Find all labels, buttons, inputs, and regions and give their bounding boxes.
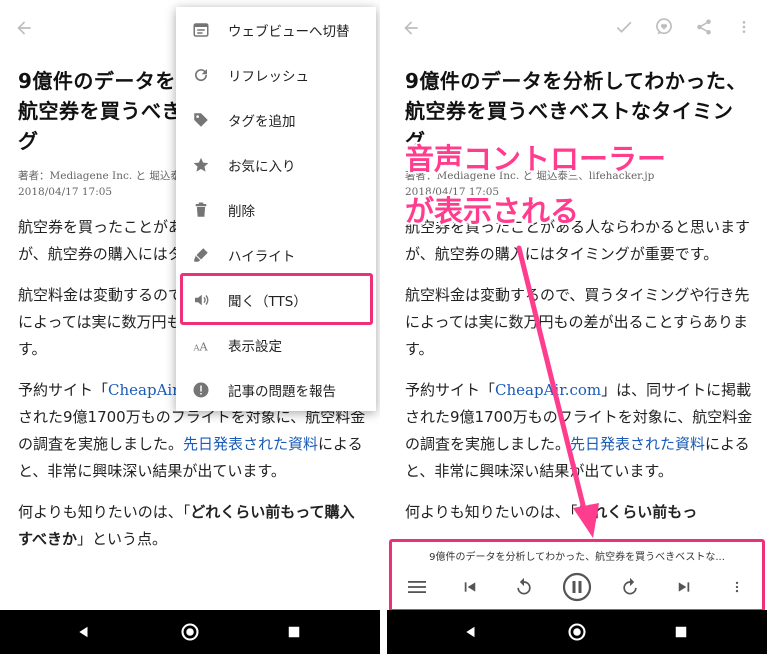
highlighter-icon	[190, 244, 212, 266]
svg-text:A: A	[199, 340, 209, 353]
android-nav-bar	[387, 610, 767, 654]
nav-recents-icon[interactable]	[671, 622, 691, 642]
menu-item-webview[interactable]: ウェブビューへ切替	[176, 7, 376, 52]
right-screen: 9億件のデータを分析してわかった、航空券を買うべきベストなタイミング 著者：Me…	[387, 0, 767, 654]
nav-home-icon[interactable]	[180, 622, 200, 642]
refresh-icon	[190, 64, 212, 86]
nav-home-icon[interactable]	[567, 622, 587, 642]
menu-item-label: リフレッシュ	[228, 68, 309, 85]
more-vert-icon[interactable]	[722, 569, 752, 605]
text-span: 予約サイト「	[18, 381, 109, 399]
menu-item-label: ウェブビューへ切替	[228, 23, 350, 40]
player-controls	[402, 569, 752, 605]
pause-button[interactable]	[562, 569, 592, 605]
menu-item-label: 記事の問題を報告	[228, 383, 336, 400]
nav-back-icon[interactable]	[74, 622, 94, 642]
skip-previous-icon[interactable]	[455, 569, 485, 605]
nav-recents-icon[interactable]	[284, 622, 304, 642]
menu-item-delete[interactable]: 削除	[176, 187, 376, 232]
menu-item-label: 表示設定	[228, 338, 282, 355]
menu-item-report-problem[interactable]: 記事の問題を報告	[176, 367, 376, 412]
tag-icon	[190, 109, 212, 131]
replay-icon[interactable]	[509, 569, 539, 605]
webview-icon	[190, 19, 212, 41]
text-span: 」という点。	[76, 530, 167, 548]
report-link[interactable]: 先日発表された資料	[183, 435, 318, 453]
forward-icon[interactable]	[615, 569, 645, 605]
menu-item-highlight[interactable]: ハイライト	[176, 232, 376, 277]
tts-highlight-box	[180, 273, 373, 325]
menu-item-label: タグを追加	[228, 113, 296, 130]
menu-item-refresh[interactable]: リフレッシュ	[176, 52, 376, 97]
left-screen: 9億件のデータを分析してわかった、航空券を買うべきベストなタイミング 著者：Me…	[0, 0, 380, 654]
article-paragraph: 何よりも知りたいのは、「どれくらい前もって購入すべきか」という点。	[18, 499, 366, 553]
playlist-icon[interactable]	[402, 569, 432, 605]
audio-controller: 9億件のデータを分析してわかった、航空券を買うべきベストな...	[389, 539, 765, 612]
nav-back-icon[interactable]	[461, 622, 481, 642]
menu-item-label: ハイライト	[228, 248, 296, 265]
menu-item-label: 削除	[228, 203, 255, 220]
skip-next-icon[interactable]	[669, 569, 699, 605]
menu-item-display-settings[interactable]: AA 表示設定	[176, 322, 376, 367]
menu-item-label: お気に入り	[228, 158, 296, 175]
menu-item-favorite[interactable]: お気に入り	[176, 142, 376, 187]
back-arrow-icon[interactable]	[10, 14, 38, 42]
text-span: 何よりも知りたいのは、「	[18, 503, 191, 521]
overflow-menu: ウェブビューへ切替 リフレッシュ タグを追加 お気に入り 削除 ハイライト 聞く…	[176, 7, 376, 411]
player-title: 9億件のデータを分析してわかった、航空券を買うべきベストな...	[429, 552, 725, 563]
star-icon	[190, 154, 212, 176]
android-nav-bar	[0, 610, 380, 654]
text-size-icon: AA	[190, 334, 212, 356]
alert-icon	[190, 379, 212, 401]
trash-icon	[190, 199, 212, 221]
menu-item-add-tag[interactable]: タグを追加	[176, 97, 376, 142]
